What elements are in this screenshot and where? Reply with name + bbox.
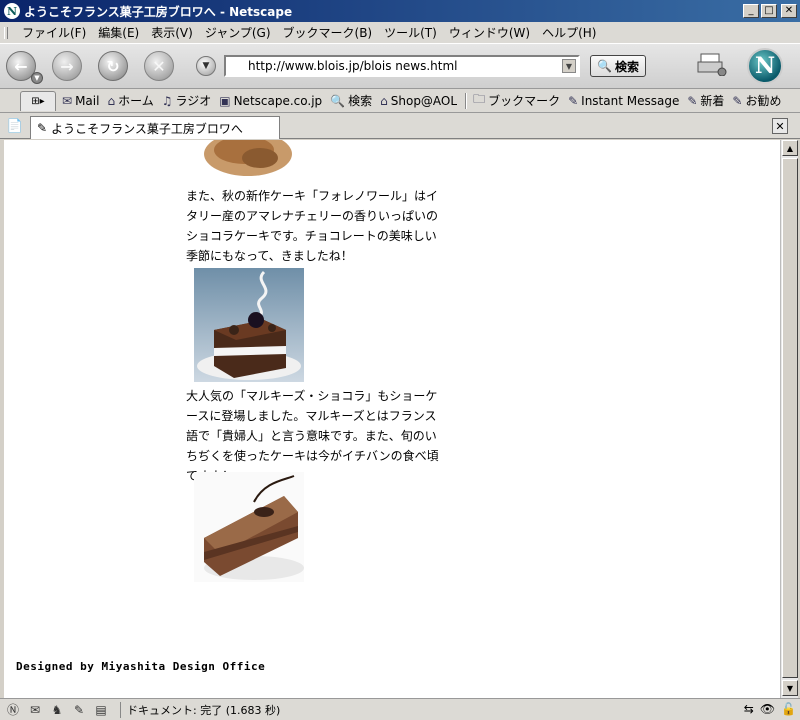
scrollbar-thumb[interactable] (782, 158, 798, 678)
forward-button[interactable]: → (52, 51, 82, 81)
page-content: また、秋の新作ケーキ「フォレノワール」はイタリー産のアマレナチェリーの香りいっぱ… (4, 140, 780, 698)
menu-help[interactable]: ヘルプ(H) (536, 24, 602, 41)
tab-title: ようこそフランス菓子工房ブロワへ (51, 121, 243, 136)
security-lock-icon[interactable]: 🔓 (781, 702, 796, 716)
bookmark-icon: ✎ (687, 93, 698, 108)
shop-aol-link[interactable]: ⌂ Shop@AOL (380, 94, 457, 108)
shop-aol-label: Shop@AOL (390, 93, 458, 108)
home-icon: ⌂ (107, 93, 116, 108)
foret-noire-cake-image (194, 268, 304, 382)
menu-tools[interactable]: ツール(T) (378, 24, 443, 41)
menu-bookmarks[interactable]: ブックマーク(B) (277, 24, 379, 41)
menu-view[interactable]: 表示(V) (145, 24, 199, 41)
home-link[interactable]: ⌂ ホーム (107, 92, 153, 109)
radio-label: ラジオ (175, 94, 212, 108)
magnifier-icon: 🔍 (597, 59, 612, 73)
composer-icon[interactable]: ✎ (70, 702, 88, 718)
window-title: ようこそフランス菓子工房ブロワへ - Netscape (24, 4, 293, 19)
mail-label: Mail (75, 93, 100, 108)
mail-icon: ✉ (62, 93, 73, 108)
status-text: ドキュメント: 完了 (1.683 秒) (120, 701, 280, 718)
vertical-scrollbar[interactable]: ▲ ▼ (780, 140, 798, 698)
close-window-button[interactable]: ✕ (781, 4, 797, 18)
address-book-icon[interactable]: ▤ (92, 702, 110, 718)
new-link[interactable]: ✎ 新着 (687, 92, 724, 109)
cake-image-top (194, 140, 304, 180)
url-input[interactable] (248, 59, 558, 73)
personal-toolbar: ⊞▸ ✉ Mail ⌂ ホーム ♫ ラジオ ▣ Netscape.co.jp 🔍 検索 ⌂… (0, 89, 800, 113)
back-button[interactable]: ← ▼ (6, 51, 43, 84)
toolbar-separator (465, 92, 468, 109)
menu-go[interactable]: ジャンプ(G) (199, 24, 277, 41)
shop-icon: ⌂ (380, 93, 388, 108)
search-button-label: 検索 (614, 59, 639, 74)
netscape-app-icon[interactable]: N (4, 3, 20, 19)
search-label: 検索 (348, 94, 373, 108)
folder-icon: 🗀 (473, 92, 486, 106)
status-bar: Ⓝ ✉ ♞ ✎ ▤ ドキュメント: 完了 (1.683 秒) ⇆ 👁 🔓 (0, 698, 800, 720)
marquise-chocolat-image (194, 472, 304, 582)
title-bar: N ようこそフランス菓子工房ブロワへ - Netscape _ □ ✕ (0, 0, 800, 22)
menu-grip (4, 26, 8, 39)
netscape-jp-label: Netscape.co.jp (233, 93, 323, 108)
reload-icon: ↻ (106, 56, 120, 76)
tab-bar: 📄 ✎ ようこそフランス菓子工房ブロワへ ✕ (0, 113, 800, 139)
instant-message-link[interactable]: ✎ Instant Message (568, 94, 679, 108)
privacy-icon[interactable]: 👁 (760, 702, 775, 716)
mail-icon[interactable]: ✉ (26, 702, 44, 718)
netscape-jp-link[interactable]: ▣ Netscape.co.jp (219, 94, 322, 108)
menu-file[interactable]: ファイル(F) (16, 24, 92, 41)
close-tab-button[interactable]: ✕ (772, 118, 788, 134)
home-label: ホーム (118, 94, 154, 108)
recommended-label: お勧め (745, 94, 782, 108)
url-bar: ▼ (224, 55, 580, 77)
online-status-icon[interactable]: ⇆ (744, 702, 754, 716)
forward-arrow-icon: → (60, 56, 74, 76)
search-button[interactable]: 🔍 検索 (590, 55, 646, 77)
back-history-dropdown[interactable]: ▼ (31, 72, 43, 84)
headphones-icon: ♫ (161, 93, 173, 108)
bookmark-icon: ✎ (732, 93, 743, 108)
maximize-button[interactable]: □ (761, 4, 777, 18)
my-netscape-icon: ▣ (219, 93, 231, 108)
stop-icon: ✕ (152, 56, 166, 76)
instant-message-label: Instant Message (581, 93, 680, 108)
minimize-button[interactable]: _ (743, 4, 759, 18)
netscape-logo[interactable]: N (747, 48, 783, 84)
scroll-down-button[interactable]: ▼ (782, 680, 798, 696)
search-link[interactable]: 🔍 検索 (330, 92, 372, 109)
page-icon: ✎ (37, 121, 48, 135)
stop-button[interactable]: ✕ (144, 51, 174, 81)
menu-edit[interactable]: 編集(E) (92, 24, 145, 41)
new-label: 新着 (700, 94, 725, 108)
design-credit: Designed by Miyashita Design Office (16, 660, 266, 673)
back-arrow-icon: ← (14, 56, 28, 76)
menu-window[interactable]: ウィンドウ(W) (443, 24, 536, 41)
menu-bar: ファイル(F) 編集(E) 表示(V) ジャンプ(G) ブックマーク(B) ツー… (0, 22, 800, 43)
tab-active[interactable]: ✎ ようこそフランス菓子工房ブロワへ (30, 116, 280, 139)
url-dropdown-button[interactable]: ▼ (562, 59, 576, 73)
mail-link[interactable]: ✉ Mail (62, 94, 99, 108)
tab-toggle-button[interactable]: ⊞▸ (20, 90, 56, 111)
navigator-icon[interactable]: Ⓝ (4, 702, 22, 718)
navigation-toolbar: ← ▼ → ↻ ✕ ▼ ▼ 🔍 検索 (0, 43, 800, 89)
url-history-dropdown[interactable]: ▼ (196, 56, 216, 76)
new-tab-icon[interactable]: 📄 (6, 117, 24, 135)
bookmarks-folder[interactable]: 🗀 ブックマーク (473, 90, 560, 111)
scroll-up-button[interactable]: ▲ (782, 140, 798, 156)
radio-link[interactable]: ♫ ラジオ (162, 92, 212, 109)
recommended-link[interactable]: ✎ お勧め (732, 92, 781, 109)
bookmarks-label: ブックマーク (488, 94, 561, 108)
status-right-icons: ⇆ 👁 🔓 (744, 702, 796, 716)
instant-messenger-icon[interactable]: ♞ (48, 702, 66, 718)
print-icon[interactable] (697, 52, 727, 76)
search-icon: 🔍 (330, 93, 346, 108)
reload-button[interactable]: ↻ (98, 51, 128, 81)
bookmark-icon: ✎ (568, 93, 579, 108)
article-paragraph-2: 大人気の「マルキーズ・ショコラ」もショーケースに登場しました。マルキーズとはフラ… (186, 389, 439, 483)
article-paragraph-1: また、秋の新作ケーキ「フォレノワール」はイタリー産のアマレナチェリーの香りいっぱ… (186, 189, 439, 263)
